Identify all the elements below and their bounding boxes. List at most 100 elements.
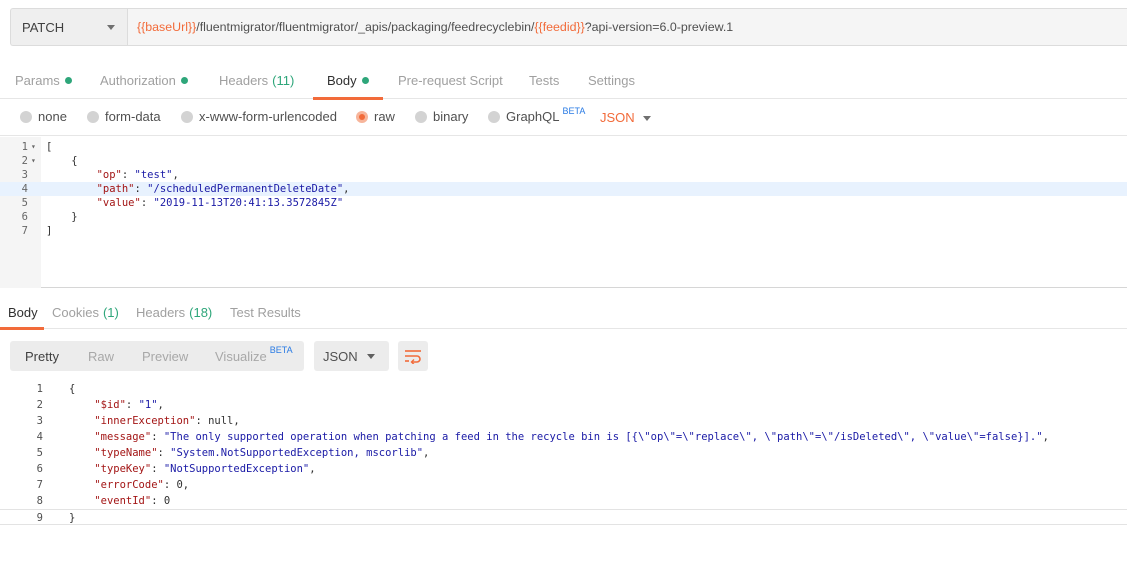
code-text: "path": "/scheduledPermanentDeleteDate",: [96, 183, 350, 195]
response-format-select[interactable]: JSON: [314, 341, 389, 371]
line-number: 1: [36, 383, 43, 395]
tab-label: Cookies: [52, 305, 99, 320]
radio-label: GraphQL: [506, 109, 560, 124]
line-number: 1: [21, 141, 28, 153]
code-line: 8 "eventId": 0: [0, 493, 1127, 509]
line-number: 6: [36, 463, 43, 475]
code-text: "op": "test",: [96, 169, 179, 181]
method-select[interactable]: PATCH: [10, 8, 127, 46]
line-number: 4: [21, 183, 28, 195]
tab-label: Body: [8, 305, 38, 320]
code-text: ]: [46, 225, 53, 237]
radio-circle-icon: [20, 110, 32, 123]
line-number: 8: [36, 495, 43, 507]
code-line: 7 "errorCode": 0,: [0, 477, 1127, 493]
response-view-modes: Pretty Raw Preview Visualize BETA: [10, 341, 304, 371]
code-line: 6 }: [0, 210, 1127, 224]
tab-response-headers[interactable]: Headers (18): [136, 296, 212, 329]
code-line: 7]: [0, 224, 1127, 238]
radio-binary[interactable]: binary: [415, 109, 468, 124]
line-number: 2: [21, 155, 28, 167]
fold-arrow-icon[interactable]: ▾: [31, 154, 36, 168]
tab-pre-request-script[interactable]: Pre-request Script: [398, 62, 503, 99]
body-type-selector: none form-data x-www-form-urlencoded raw…: [0, 100, 1127, 136]
fold-arrow-icon[interactable]: ▾: [31, 140, 36, 154]
radio-none[interactable]: none: [20, 109, 67, 124]
tab-count: (1): [102, 305, 119, 320]
radio-label: x-www-form-urlencoded: [199, 109, 337, 124]
chevron-down-icon: [367, 354, 375, 359]
code-text: }: [69, 512, 76, 524]
mode-raw[interactable]: Raw: [88, 341, 114, 371]
code-line: 5 "typeName": "System.NotSupportedExcept…: [0, 445, 1127, 461]
tab-label: Params: [15, 73, 60, 88]
mode-label: Visualize: [215, 348, 267, 364]
mode-preview[interactable]: Preview: [142, 341, 188, 371]
line-number: 3: [36, 415, 43, 427]
tab-label: Settings: [588, 73, 635, 88]
line-number: 5: [21, 197, 28, 209]
response-body-viewer[interactable]: 1{2 "$id": "1", 3 "innerException": null,…: [0, 380, 1127, 561]
line-number: 4: [36, 431, 43, 443]
url-variable: {{feedid}}: [534, 20, 585, 34]
code-text: "value": "2019-11-13T20:41:13.3572845Z": [96, 197, 344, 209]
tab-label: Pre-request Script: [398, 73, 503, 88]
url-segment: /fluentmigrator/fluentmigrator/_apis/pac…: [196, 20, 535, 34]
request-body-editor[interactable]: 1 ▾[2 ▾ {3 "op": "test", 4 "path": "/schedu…: [0, 137, 1127, 288]
radio-selected-icon: [356, 110, 368, 123]
code-line: 2 "$id": "1",: [0, 397, 1127, 413]
tab-label: Headers: [219, 73, 269, 88]
code-text: "message": "The only supported operation…: [94, 431, 1049, 443]
tab-params[interactable]: Params: [15, 62, 72, 99]
tab-headers[interactable]: Headers (11): [219, 62, 294, 99]
code-line: 1 ▾ [: [0, 140, 1127, 154]
line-number: 7: [21, 225, 28, 237]
radio-form-data[interactable]: form-data: [87, 109, 161, 124]
mode-pretty[interactable]: Pretty: [25, 341, 59, 371]
wrap-lines-button[interactable]: [398, 341, 428, 371]
mode-visualize[interactable]: Visualize BETA: [215, 341, 293, 371]
code-text: {: [69, 383, 76, 395]
radio-label: raw: [374, 109, 395, 124]
tab-tests[interactable]: Tests: [529, 62, 559, 99]
method-label: PATCH: [22, 19, 65, 35]
code-line: 5 "value": "2019-11-13T20:41:13.3572845Z…: [0, 196, 1127, 210]
tab-test-results[interactable]: Test Results: [230, 296, 301, 329]
code-line: 9}: [0, 509, 1127, 525]
tab-label: Authorization: [100, 73, 176, 88]
radio-circle-icon: [87, 110, 99, 123]
code-text: "typeKey": "NotSupportedException",: [94, 463, 316, 475]
radio-circle-icon: [488, 110, 500, 123]
code-text: [: [46, 141, 53, 153]
tab-authorization[interactable]: Authorization: [100, 62, 188, 99]
beta-badge: BETA: [562, 105, 586, 116]
radio-label: none: [38, 109, 67, 124]
line-number: 3: [21, 169, 28, 181]
code-text: "eventId": 0: [94, 495, 171, 507]
chevron-down-icon: [107, 25, 115, 30]
code-line: 1{: [0, 381, 1127, 397]
tab-body[interactable]: Body: [313, 62, 383, 100]
radio-graphql[interactable]: GraphQL BETA: [488, 105, 586, 124]
tab-cookies[interactable]: Cookies (1): [52, 296, 119, 329]
code-text: "errorCode": 0,: [94, 479, 190, 491]
wrap-lines-icon: [405, 350, 421, 364]
tab-count: (18): [189, 305, 213, 320]
radio-circle-icon: [415, 110, 427, 123]
format-select[interactable]: JSON: [600, 110, 635, 125]
chevron-down-icon[interactable]: [643, 116, 651, 121]
tab-response-body[interactable]: Body: [0, 296, 44, 330]
line-number: 2: [36, 399, 43, 411]
radio-x-www-form-urlencoded[interactable]: x-www-form-urlencoded: [181, 109, 337, 124]
tab-label: Body: [327, 73, 357, 88]
code-line: 6 "typeKey": "NotSupportedException",: [0, 461, 1127, 477]
code-text: }: [46, 211, 78, 223]
code-text: "$id": "1",: [94, 399, 164, 411]
url-input[interactable]: {{baseUrl}}/fluentmigrator/fluentmigrato…: [127, 8, 1127, 46]
tab-settings[interactable]: Settings: [588, 62, 635, 99]
line-number: 9: [36, 512, 43, 524]
tab-label: Test Results: [230, 305, 301, 320]
url-segment: ?api-version=6.0-preview.1: [584, 20, 734, 34]
radio-raw[interactable]: raw: [356, 109, 395, 124]
radio-circle-icon: [181, 110, 193, 123]
